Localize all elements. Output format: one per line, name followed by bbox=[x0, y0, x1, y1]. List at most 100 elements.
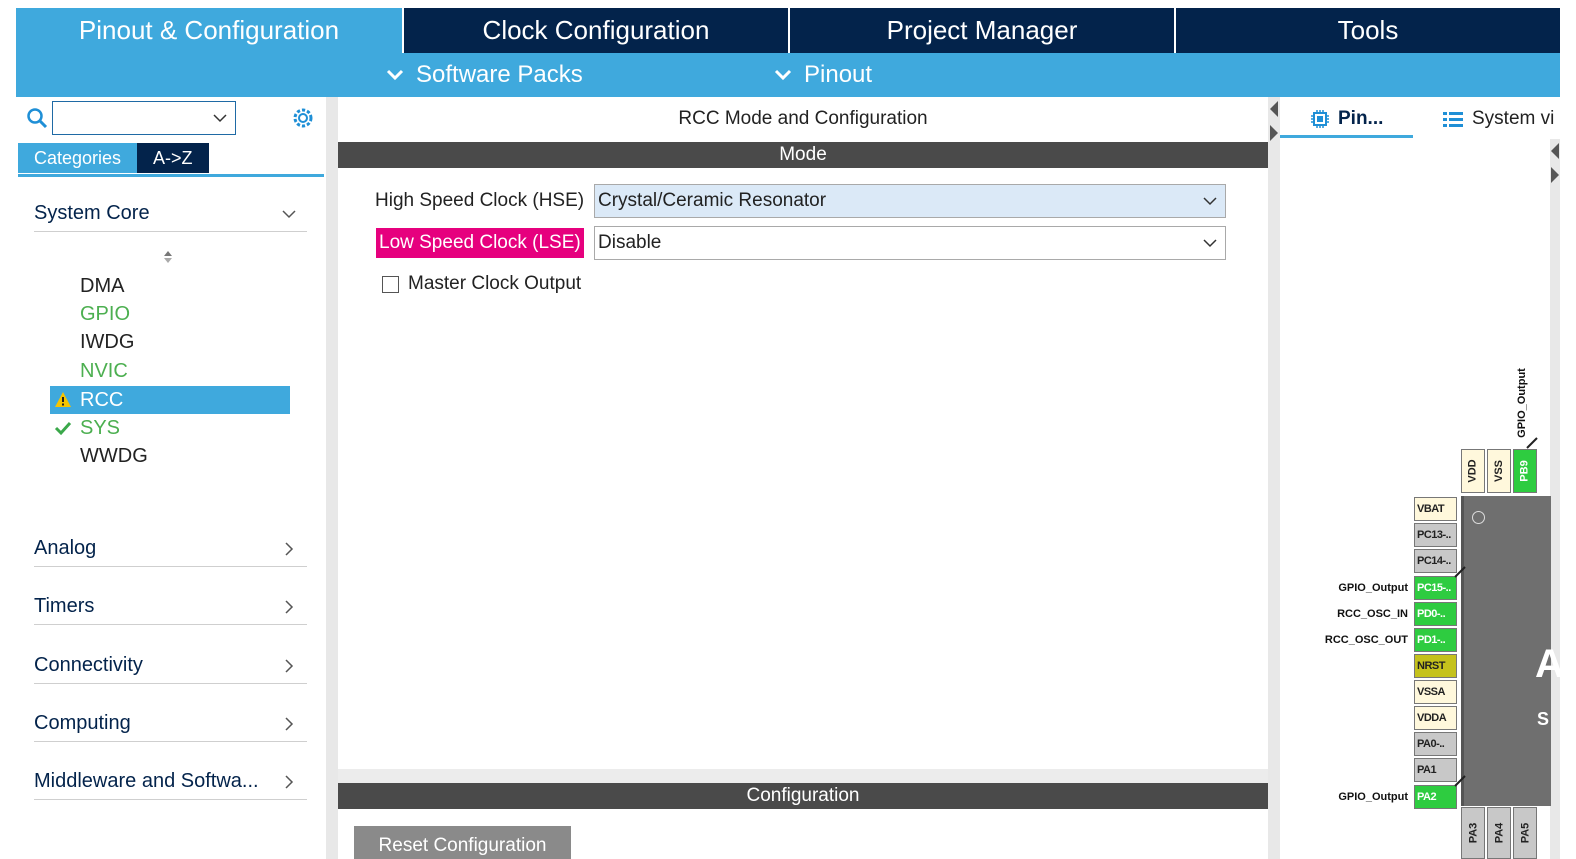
group-label: Middleware and Softwa... bbox=[34, 770, 259, 792]
gear-icon[interactable] bbox=[290, 105, 316, 131]
pin-signal-label-pd0: RCC_OSC_IN bbox=[1337, 608, 1408, 620]
software-packs-menu[interactable]: Software Packs bbox=[386, 53, 583, 97]
chevron-down-icon bbox=[1203, 197, 1217, 206]
pushpin-icon bbox=[1454, 775, 1466, 787]
pin-pa5[interactable]: PA5 bbox=[1513, 807, 1537, 859]
pin-pc14[interactable]: PC14-.. bbox=[1414, 549, 1457, 573]
chevron-right-icon bbox=[285, 774, 294, 789]
hse-value: Crystal/Ceramic Resonator bbox=[598, 190, 827, 211]
panel-title: RCC Mode and Configuration bbox=[678, 108, 928, 129]
categories-panel: Categories A->Z System Core DMA GPIO IWD… bbox=[16, 97, 326, 859]
system-view-label: System vi bbox=[1472, 108, 1555, 129]
tab-underline bbox=[18, 174, 324, 177]
stm32cubemx-window: Pinout & Configuration Clock Configurati… bbox=[0, 0, 1576, 859]
group-label: Connectivity bbox=[34, 654, 143, 676]
sort-icon[interactable] bbox=[162, 249, 174, 265]
pin-pb9[interactable]: PB9 bbox=[1513, 449, 1537, 493]
pin-pd1[interactable]: PD1-.. bbox=[1414, 628, 1457, 652]
tab-project-manager[interactable]: Project Manager bbox=[790, 8, 1176, 53]
hse-select[interactable]: Crystal/Ceramic Resonator bbox=[594, 184, 1226, 218]
expand-right-icon[interactable] bbox=[1551, 167, 1559, 183]
tab-clock-configuration[interactable]: Clock Configuration bbox=[404, 8, 790, 53]
pin-pa1[interactable]: PA1 bbox=[1414, 758, 1457, 782]
search-icon[interactable] bbox=[26, 107, 48, 129]
tab-a-to-z[interactable]: A->Z bbox=[137, 143, 209, 173]
pin-pc13[interactable]: PC13-.. bbox=[1414, 523, 1457, 547]
pin-vssa[interactable]: VSSA bbox=[1414, 680, 1457, 704]
periph-sys[interactable]: SYS bbox=[50, 414, 290, 442]
panel-splitter[interactable] bbox=[326, 97, 338, 859]
lse-value: Disable bbox=[598, 232, 662, 253]
group-label: Timers bbox=[34, 595, 95, 617]
pin-vbat[interactable]: VBAT bbox=[1414, 497, 1457, 521]
pin-vdd[interactable]: VDD bbox=[1461, 449, 1485, 493]
pinout-view-label: Pin... bbox=[1338, 108, 1384, 129]
check-icon bbox=[54, 421, 72, 436]
periph-label: RCC bbox=[80, 388, 124, 411]
pushpin-icon bbox=[1526, 437, 1538, 449]
panel-separator[interactable] bbox=[338, 769, 1268, 783]
chevron-down-icon bbox=[282, 209, 296, 218]
chevron-down-icon bbox=[386, 69, 404, 81]
pin-pd0[interactable]: PD0-.. bbox=[1414, 602, 1457, 626]
pin1-marker bbox=[1472, 511, 1485, 524]
tab-pinout-configuration[interactable]: Pinout & Configuration bbox=[16, 8, 404, 53]
tab-pinout-view[interactable]: Pin... bbox=[1310, 103, 1383, 135]
hse-label: High Speed Clock (HSE) bbox=[375, 190, 585, 211]
periph-dma[interactable]: DMA bbox=[50, 272, 290, 300]
pin-pa3[interactable]: PA3 bbox=[1461, 807, 1485, 859]
tab-system-view[interactable]: System vi bbox=[1442, 103, 1554, 135]
pin-pa2[interactable]: PA2 bbox=[1414, 785, 1457, 809]
group-connectivity[interactable]: Connectivity bbox=[34, 648, 307, 684]
group-analog[interactable]: Analog bbox=[34, 531, 307, 567]
expand-right-icon[interactable] bbox=[1270, 125, 1278, 141]
software-packs-label: Software Packs bbox=[416, 61, 583, 88]
chevron-down-icon[interactable] bbox=[213, 114, 227, 123]
periph-nvic[interactable]: NVIC bbox=[50, 357, 290, 385]
configuration-header: Configuration bbox=[338, 783, 1268, 809]
mco-checkbox[interactable] bbox=[382, 275, 399, 293]
pinout-label: Pinout bbox=[804, 61, 873, 88]
sub-menu-bar: Software Packs Pinout bbox=[16, 53, 1560, 97]
group-system-core[interactable]: System Core bbox=[34, 196, 307, 232]
warning-icon bbox=[55, 392, 71, 407]
pin-signal-label-pd1: RCC_OSC_OUT bbox=[1324, 634, 1408, 646]
search-input[interactable] bbox=[52, 101, 236, 135]
pin-nrst[interactable]: NRST bbox=[1414, 654, 1457, 678]
lse-label: Low Speed Clock (LSE) bbox=[376, 228, 584, 258]
collapse-left-icon[interactable] bbox=[1551, 143, 1559, 159]
pin-signal-label-pb9: GPIO_Output bbox=[1516, 368, 1529, 438]
group-label: Analog bbox=[34, 537, 97, 559]
pin-vdda[interactable]: VDDA bbox=[1414, 706, 1457, 730]
collapse-left-icon[interactable] bbox=[1270, 101, 1278, 117]
chevron-right-icon bbox=[285, 658, 294, 673]
reset-configuration-button[interactable]: Reset Configuration bbox=[354, 826, 571, 859]
pinout-menu[interactable]: Pinout bbox=[774, 53, 872, 97]
tab-tools[interactable]: Tools bbox=[1176, 8, 1560, 53]
chevron-down-icon bbox=[1203, 239, 1217, 248]
periph-iwdg[interactable]: IWDG bbox=[50, 328, 290, 356]
group-computing[interactable]: Computing bbox=[34, 706, 307, 742]
group-timers[interactable]: Timers bbox=[34, 589, 307, 625]
periph-rcc[interactable]: RCC bbox=[50, 386, 290, 414]
pin-vss[interactable]: VSS bbox=[1487, 449, 1511, 493]
pin-pa4[interactable]: PA4 bbox=[1487, 807, 1511, 859]
group-middleware[interactable]: Middleware and Softwa... bbox=[34, 764, 307, 800]
category-tabs: Categories A->Z bbox=[18, 143, 209, 173]
chip-text: S bbox=[1537, 709, 1550, 729]
periph-gpio[interactable]: GPIO bbox=[50, 300, 290, 328]
periph-wwdg[interactable]: WWDG bbox=[50, 442, 290, 470]
mco-label: Master Clock Output bbox=[408, 273, 582, 294]
scroll-edge[interactable] bbox=[1550, 139, 1560, 859]
pin-pa0[interactable]: PA0-.. bbox=[1414, 732, 1457, 756]
tab-categories[interactable]: Categories bbox=[18, 143, 138, 173]
periph-label: SYS bbox=[80, 416, 121, 439]
lse-select[interactable]: Disable bbox=[594, 226, 1226, 260]
rcc-config-panel: RCC Mode and Configuration Mode High Spe… bbox=[338, 97, 1268, 859]
pin-signal-label-pc15: GPIO_Output bbox=[1338, 582, 1408, 594]
pin-pc15[interactable]: PC15-.. bbox=[1414, 576, 1457, 600]
mco-row[interactable]: Master Clock Output bbox=[382, 271, 581, 297]
chevron-down-icon bbox=[774, 69, 792, 81]
search-row bbox=[16, 97, 326, 139]
panel-splitter[interactable] bbox=[1268, 97, 1280, 859]
